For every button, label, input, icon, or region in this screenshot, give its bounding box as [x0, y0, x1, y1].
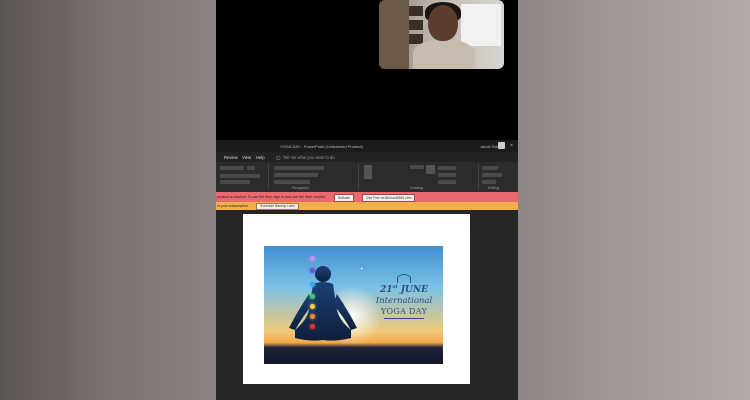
activate-button[interactable]: Activate: [334, 194, 355, 202]
font-size-box[interactable]: [247, 166, 255, 170]
lightbulb-icon: ◯: [276, 155, 281, 160]
ribbon-group-paragraph: Paragraph: [292, 186, 309, 190]
license-warning-message: product is inactive. To use the files, s…: [217, 195, 326, 199]
chakra-crown-icon: [310, 256, 315, 261]
paragraph-align-buttons[interactable]: [274, 173, 318, 177]
shape-effects-button[interactable]: [438, 180, 456, 184]
tab-review[interactable]: Review: [224, 155, 238, 160]
slide-month: JUNE: [400, 285, 428, 295]
slide-date-suffix: st: [392, 284, 398, 290]
subscription-warning-bar: in your subscription. Schedule Backup La…: [216, 202, 518, 210]
font-color-buttons[interactable]: [220, 180, 250, 184]
slide[interactable]: ✦ 21st JUNE International YOGA DAY: [243, 214, 470, 384]
slide-title: 21st JUNE International YOGA DAY: [368, 274, 440, 319]
video-frame: YOGA DAY - PowerPoint (Unlicensed Produc…: [216, 0, 518, 400]
tab-view[interactable]: View: [242, 155, 251, 160]
font-format-buttons[interactable]: [220, 174, 260, 178]
yoga-day-image[interactable]: ✦ 21st JUNE International YOGA DAY: [264, 246, 443, 364]
shape-outline-button[interactable]: [438, 173, 456, 177]
chakra-heart-icon: [310, 294, 315, 299]
chakra-third-eye-icon: [310, 268, 315, 273]
window-title: YOGA DAY - PowerPoint (Unlicensed Produc…: [280, 144, 363, 149]
powerpoint-window: YOGA DAY - PowerPoint (Unlicensed Produc…: [216, 140, 518, 400]
user-name[interactable]: Jacob Sal: [480, 144, 498, 149]
menu-bar: Review View Help ◯ Tell me what you want…: [216, 152, 518, 162]
chakra-throat-icon: [310, 282, 315, 287]
shape-fill-button[interactable]: [438, 166, 456, 170]
webcam-overlay: [379, 0, 504, 69]
use-free-button[interactable]: Use Free at Microsoft365.com: [362, 194, 416, 202]
ribbon-separator: [478, 164, 479, 189]
shapes-gallery-icon[interactable]: [364, 165, 372, 179]
arrange-button[interactable]: [410, 165, 424, 169]
paragraph-spacing-buttons[interactable]: [274, 180, 310, 184]
sparkle-icon: ✦: [360, 266, 364, 271]
chakra-solar-icon: [310, 304, 315, 309]
webcam-shelf: [409, 6, 423, 16]
ornament-divider: [384, 318, 424, 319]
paragraph-list-buttons[interactable]: [274, 166, 324, 170]
meditating-figure-icon: [289, 266, 357, 341]
background-right: [518, 0, 750, 400]
slide-canvas: ✦ 21st JUNE International YOGA DAY: [216, 210, 518, 400]
slide-date: 21st JUNE: [368, 284, 440, 295]
presenter-face: [428, 5, 458, 41]
title-bar: YOGA DAY - PowerPoint (Unlicensed Produc…: [216, 140, 518, 152]
replace-button[interactable]: [482, 173, 502, 177]
quick-styles-icon[interactable]: [426, 165, 435, 174]
tell-me-box[interactable]: Tell me what you want to do: [283, 155, 335, 160]
select-button[interactable]: [482, 180, 496, 184]
presenter-body: [413, 40, 475, 69]
ribbon-separator: [358, 164, 359, 189]
background-left: [0, 0, 216, 400]
find-button[interactable]: [482, 166, 498, 170]
ribbon-group-editing: Editing: [488, 186, 499, 190]
tab-help[interactable]: Help: [256, 155, 265, 160]
user-avatar[interactable]: [498, 142, 505, 149]
slide-international: International: [375, 296, 433, 306]
webcam-whiteboard: [461, 4, 501, 46]
schedule-backup-button[interactable]: Schedule Backup Later: [256, 203, 300, 210]
subscription-warning-message: in your subscription.: [217, 204, 249, 208]
lotus-icon: [397, 274, 411, 283]
close-icon[interactable]: ×: [510, 143, 513, 149]
ribbon-separator: [268, 164, 269, 189]
chakra-sacral-icon: [310, 314, 315, 319]
webcam-wall: [379, 0, 409, 69]
font-name-box[interactable]: [220, 166, 244, 170]
ribbon-group-drawing: Drawing: [410, 186, 424, 190]
chakra-root-icon: [310, 324, 315, 329]
slide-date-number: 21: [380, 285, 393, 295]
slide-yoga-day: YOGA DAY: [380, 307, 428, 316]
ribbon: Paragraph Drawing Editing: [216, 162, 518, 193]
license-warning-bar: product is inactive. To use the files, s…: [216, 192, 518, 202]
